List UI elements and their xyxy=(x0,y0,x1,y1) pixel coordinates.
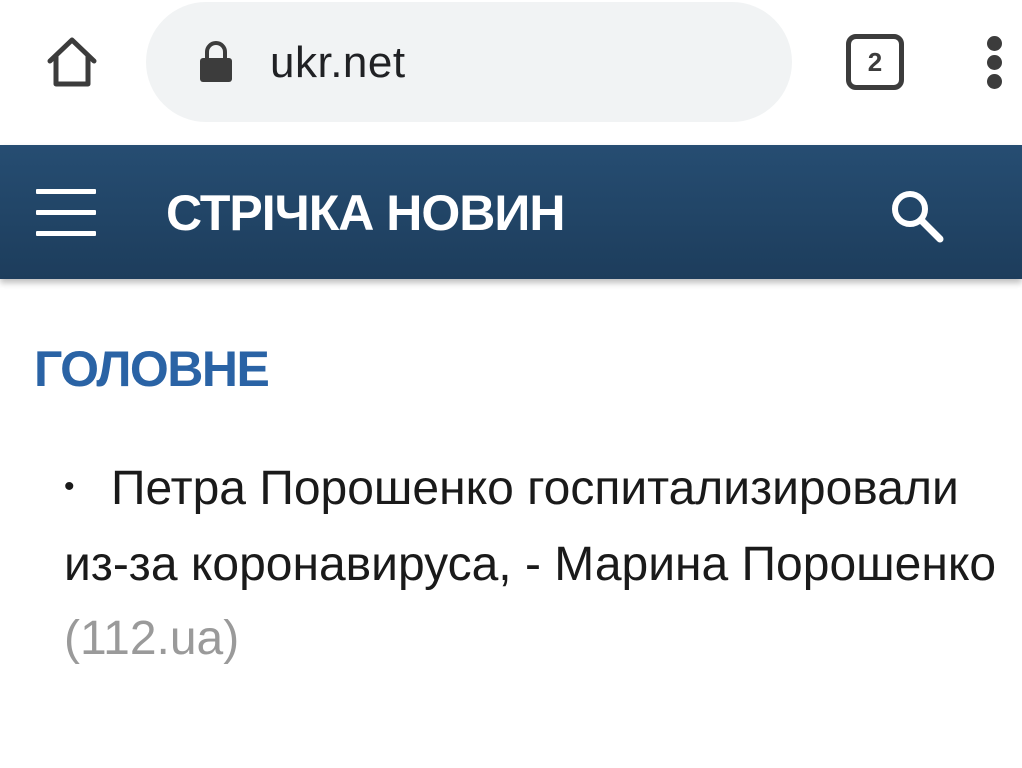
tab-count: 2 xyxy=(867,46,883,77)
url-text: ukr.net xyxy=(270,38,406,87)
home-button[interactable] xyxy=(40,30,104,94)
home-icon xyxy=(47,37,97,87)
site-header: СТРІЧКА НОВИН xyxy=(0,145,1022,279)
news-item[interactable]: • Петра Порошенко госпитализировали из-за… xyxy=(64,452,1004,676)
more-vert-icon[interactable] xyxy=(980,36,1010,89)
search-button[interactable] xyxy=(886,185,946,245)
lock-icon xyxy=(200,41,232,82)
news-headline[interactable]: Петра Порошенко госпитализировали из-за … xyxy=(64,462,996,591)
address-bar[interactable]: ukr.net xyxy=(146,2,792,122)
news-source[interactable]: (112.ua) xyxy=(64,612,239,665)
browser-toolbar: ukr.net 2 xyxy=(0,0,1022,145)
list-bullet: • xyxy=(64,470,75,504)
section-title[interactable]: ГОЛОВНЕ xyxy=(34,340,270,398)
tab-switcher-button[interactable]: 2 xyxy=(846,34,904,90)
header-title: СТРІЧКА НОВИН xyxy=(166,185,565,241)
search-icon xyxy=(892,191,944,243)
hamburger-menu-icon[interactable] xyxy=(36,187,96,239)
